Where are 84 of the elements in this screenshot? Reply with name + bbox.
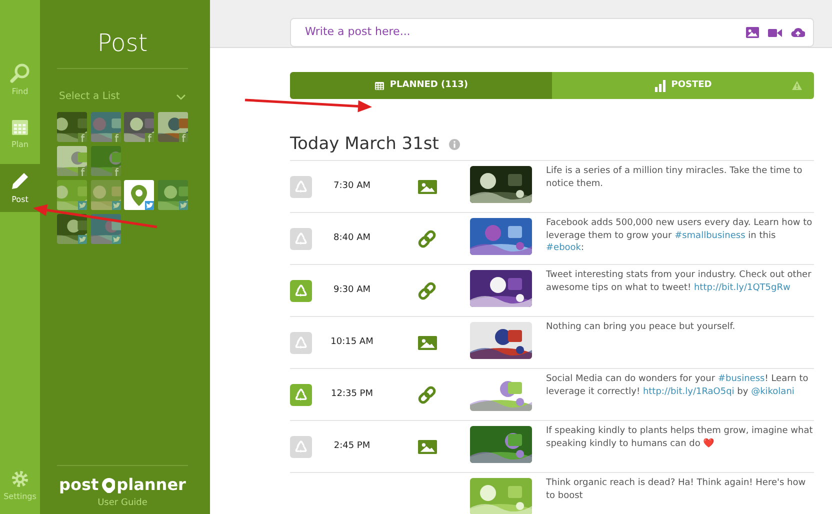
network-badge-icon [78, 167, 87, 176]
network-badge-icon [112, 167, 120, 176]
network-badge-icon [112, 235, 120, 244]
account-avatar[interactable] [158, 180, 188, 210]
add-image-icon[interactable] [746, 27, 759, 38]
tab[interactable]: POSTED [552, 72, 814, 99]
text-link[interactable]: #business [718, 374, 765, 384]
recycle-icon [294, 440, 308, 454]
logo-text: post [59, 474, 99, 496]
recycle-toggle[interactable] [290, 332, 312, 354]
account-avatar[interactable] [124, 112, 154, 142]
post-time: 9:30 AM [332, 284, 372, 297]
nav-item[interactable]: Find [0, 56, 40, 104]
account-avatar[interactable] [57, 180, 87, 210]
post-composer-field[interactable]: Write a post here... [290, 18, 814, 47]
network-badge-icon [112, 133, 120, 142]
chevron-down-icon [176, 94, 186, 100]
logo-text: planner [116, 474, 186, 496]
post-time: 2:45 PM [332, 440, 372, 453]
network-badge-icon [78, 133, 87, 142]
text-link[interactable]: #ebook [546, 243, 582, 253]
recycle-toggle[interactable] [290, 176, 312, 198]
recycle-toggle[interactable] [290, 384, 312, 406]
tab[interactable]: PLANNED (113) [290, 72, 552, 99]
link-icon [417, 280, 437, 300]
network-badge-icon [78, 201, 87, 210]
warning-icon[interactable] [792, 81, 802, 90]
recycle-toggle[interactable] [290, 280, 312, 302]
post-input-field[interactable]: Write a post here... [303, 23, 737, 42]
network-badge-icon [112, 201, 120, 210]
post-text: Think organic reach is dead? Ha! Think again! Here's how to boost [546, 477, 807, 502]
post-time: 8:40 AM [332, 232, 372, 245]
network-badge-icon [145, 133, 154, 142]
recycle-toggle[interactable] [290, 228, 312, 250]
post-time: 12:35 PM [330, 388, 374, 401]
image-icon [418, 180, 436, 194]
settings-icon [11, 470, 29, 488]
post-text: Facebook adds 500,000 new users every day. Learn how to leverage them to grow your #smallbusiness in this #ebook: [546, 217, 814, 254]
post-text: Social Media can do wonders for your #business! Learn to leverage it correctly! http://bit.ly/1RaO5qi by @kikolani [546, 373, 810, 398]
date-heading: Today March 31st [290, 133, 439, 156]
image-icon [418, 440, 436, 454]
search-icon [10, 62, 30, 82]
upload-icon[interactable] [791, 27, 805, 38]
recycle-icon [294, 336, 308, 350]
post-text: Life is a series of a million tiny miracles. Take the time to notice them. [546, 165, 804, 190]
network-badge-icon [145, 201, 154, 210]
network-badge-icon [78, 235, 87, 244]
link-icon [417, 228, 437, 248]
account-avatar[interactable] [90, 112, 120, 142]
video-icon[interactable] [768, 28, 782, 38]
post-text: Nothing can bring you peace but yourself. [546, 321, 736, 334]
network-badge-icon [178, 133, 188, 142]
account-avatar[interactable] [158, 112, 188, 142]
info-icon[interactable] [448, 138, 460, 150]
list-select[interactable]: Select a List [57, 89, 188, 104]
calendar-icon [11, 118, 29, 136]
network-badge-icon [178, 201, 188, 210]
pin-logo-icon [100, 476, 115, 492]
text-link[interactable]: http://bit.ly/1QT5gRw [694, 282, 790, 292]
text-link[interactable]: http://bit.ly/1RaO5qi [642, 386, 734, 396]
post-text: If speaking kindly to plants helps them grow, imagine what speaking kindly to humans can do ❤ [546, 425, 814, 450]
text-link[interactable]: #smallbusiness [674, 230, 746, 240]
text-link[interactable]: @kikolani [751, 386, 794, 396]
account-avatar[interactable] [124, 180, 154, 210]
recycle-icon [294, 232, 308, 246]
recycle-icon [294, 284, 308, 298]
bar-chart-icon [654, 80, 666, 92]
recycle-icon [294, 388, 308, 402]
image-icon [418, 336, 436, 350]
panel-title: Post [96, 28, 149, 58]
account-avatar[interactable] [57, 214, 87, 244]
nav-item[interactable]: Post [0, 164, 40, 212]
pencil-icon [10, 170, 30, 190]
recycle-icon [294, 180, 308, 194]
account-avatar[interactable] [57, 112, 87, 142]
account-avatar[interactable] [57, 146, 87, 176]
link-icon [417, 384, 437, 404]
calendar-icon [374, 80, 385, 91]
post-time: 7:30 AM [332, 180, 372, 193]
post-text: Tweet interesting stats from your industry. Check out other awesome tips on what to tweet! http://bit.ly/1QT5gRw [546, 269, 812, 294]
post-time: 10:15 AM [330, 336, 374, 349]
user-guide-link[interactable]: User Guide [98, 496, 148, 510]
account-avatar[interactable] [90, 214, 120, 244]
recycle-toggle[interactable] [290, 436, 312, 458]
